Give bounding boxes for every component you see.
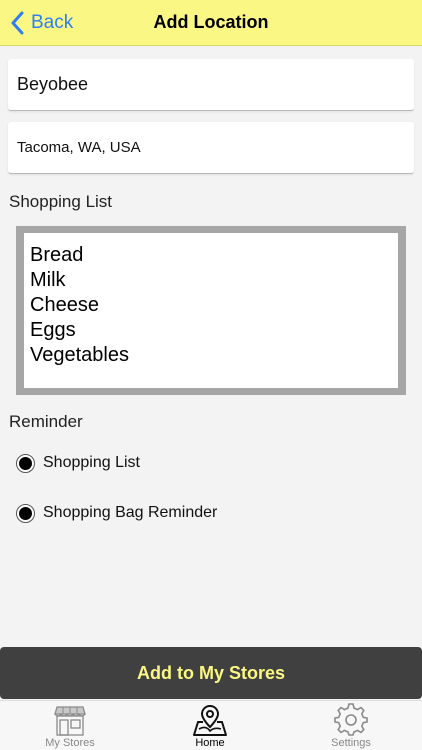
radio-button[interactable] — [16, 503, 35, 523]
store-name-value: Beyobee — [17, 74, 89, 94]
store-icon — [54, 706, 86, 736]
gear-icon — [334, 703, 368, 736]
tab-my-stores[interactable]: My Stores — [20, 701, 120, 750]
radio-shopping-list[interactable]: Shopping List — [16, 451, 140, 475]
store-name-field[interactable]: Beyobee — [8, 59, 414, 111]
list-item: Eggs — [30, 319, 76, 341]
add-button-label: Add to My Stores — [136, 662, 285, 683]
reminder-label: Reminder — [9, 412, 83, 431]
nav-bar: Back Add Location — [0, 0, 422, 46]
page-title: Add Location — [153, 12, 269, 32]
radio-label: Shopping Bag Reminder — [43, 504, 218, 521]
radio-button[interactable] — [16, 453, 35, 473]
map-pin-icon — [193, 704, 227, 736]
list-item: Bread — [30, 244, 84, 266]
tab-label: Home — [195, 737, 225, 749]
list-item: Cheese — [30, 294, 99, 316]
radio-label: Shopping List — [43, 454, 140, 471]
radio-selected-dot — [19, 456, 32, 470]
radio-shopping-bag-reminder[interactable]: Shopping Bag Reminder — [16, 501, 217, 525]
list-item: Milk — [30, 269, 66, 291]
shopping-list-box[interactable]: Bread Milk Cheese Eggs Vegetables — [16, 226, 406, 395]
tab-label: Settings — [331, 737, 371, 749]
list-item: Vegetables — [30, 344, 129, 366]
tab-home[interactable]: Home — [160, 701, 260, 750]
shopping-list-label: Shopping List — [9, 192, 113, 211]
radio-selected-dot — [19, 506, 32, 520]
add-to-my-stores-button[interactable]: Add to My Stores — [0, 647, 422, 699]
tab-settings[interactable]: Settings — [301, 701, 401, 750]
shopping-list-text[interactable]: Bread Milk Cheese Eggs Vegetables — [24, 233, 398, 388]
tab-label: My Stores — [45, 737, 95, 749]
address-value: Tacoma, WA, USA — [17, 139, 141, 156]
tab-bar: My Stores Home Settings — [0, 700, 422, 750]
address-field[interactable]: Tacoma, WA, USA — [8, 122, 414, 174]
